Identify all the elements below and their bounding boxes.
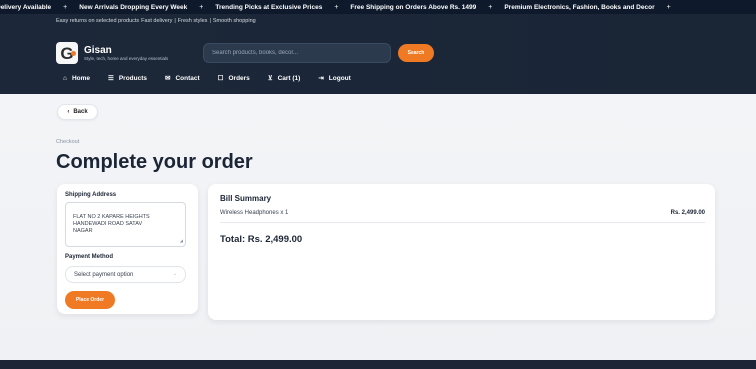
brand[interactable]: G Gisan Style, tech, home and everyday e… [56,42,168,64]
brand-text: Gisan Style, tech, home and everyday ess… [84,45,168,62]
service-highlight: Easy returns on selected products [56,18,140,24]
nav-label: Cart (1) [277,74,301,82]
bill-summary-card: Bill Summary Wireless Headphones x 1 Rs.… [208,184,715,320]
products-icon: ☰ [108,75,114,82]
nav-item-cart[interactable]: ⊻ Cart (1) [267,74,301,83]
ticker-separator: + [199,3,204,11]
resize-handle-icon[interactable]: ◢ [180,237,183,244]
ticker-separator: + [666,3,671,11]
ticker-separator: + [63,3,68,11]
brand-name: Gisan [84,44,112,56]
ticker-item: Free Shipping on Orders Above Rs. 1499 [350,3,477,11]
logout-icon: ⇥ [318,75,324,82]
nav-item-contact[interactable]: ✉ Contact [165,74,200,83]
payment-method-label: Payment Method [65,254,114,260]
back-button[interactable]: ‹ Back [57,104,98,120]
shipping-address-value: FLAT NO 2 KAPARE HEIGHTS HANDEWADI ROAD … [73,214,150,234]
nav-label: Logout [328,74,351,82]
nav-item-products[interactable]: ☰ Products [108,74,147,83]
chevron-down-icon: ⌄ [172,271,177,277]
ticker-item: Premium Electronics, Fashion, Books and … [504,3,655,11]
bill-total: Total: Rs. 2,499.00 [220,234,303,245]
site-header: Easy returns on selected products Fast de… [0,14,756,94]
subbar-separator: | [209,18,211,24]
service-highlight: Smooth shopping [212,18,256,24]
payment-method-select[interactable]: Select payment option ⌄ [65,266,186,283]
nav-label: Products [118,74,147,82]
shipping-address-label: Shipping Address [65,192,117,198]
bill-summary-title: Bill Summary [220,194,272,203]
cart-icon: ⊻ [267,75,273,82]
brand-logo: G [56,42,78,64]
nav-item-logout[interactable]: ⇥ Logout [318,74,351,83]
search-input[interactable] [203,43,391,63]
site-footer [0,360,756,369]
chevron-left-icon: ‹ [67,109,70,115]
nav-label: Orders [228,74,250,82]
ticker-separator: + [334,3,339,11]
service-highlights: Easy returns on selected products Fast de… [56,18,258,24]
service-highlight: Fresh styles [177,18,208,24]
nav-label: Contact [175,74,200,82]
place-order-button[interactable]: Place Order [65,291,115,309]
ticker-track: Delivery Available + New Arrivals Dropping… [0,0,683,14]
main-nav: ⌂ Home ☰ Products ✉ Contact ☐ Orders ⊻ Cart (1) ⇥ L… [63,74,369,83]
mail-icon: ✉ [165,75,171,82]
announcement-ticker: Delivery Available + New Arrivals Dropping… [0,0,756,14]
ticker-item: Delivery Available [0,3,52,11]
bill-item-name: Wireless Headphones x 1 [220,210,289,216]
home-icon: ⌂ [63,74,67,82]
ticker-item: Trending Picks at Exclusive Prices [215,3,323,11]
subbar-separator: | [174,18,176,24]
order-form-card: Shipping Address FLAT NO 2 KAPARE HEIGHT… [57,184,198,314]
shipping-address-field[interactable]: FLAT NO 2 KAPARE HEIGHTS HANDEWADI ROAD … [65,202,186,247]
orders-icon: ☐ [217,75,224,82]
bill-item-amount: Rs. 2,499.00 [670,210,705,216]
back-label: Back [73,109,88,115]
ticker-separator: + [488,3,493,11]
nav-item-home[interactable]: ⌂ Home [63,75,90,82]
checkout-main: ‹ Back Checkout Complete your order Ship… [0,94,756,360]
search-button[interactable]: Search [398,44,434,62]
logo-dot [71,51,76,56]
payment-method-value: Select payment option [74,271,134,278]
service-highlight: Fast delivery [141,18,173,24]
nav-item-orders[interactable]: ☐ Orders [217,74,250,83]
breadcrumb: Checkout [56,139,80,145]
brand-tagline: Style, tech, home and everyday essential… [84,55,169,61]
page-title: Complete your order [56,151,253,173]
ticker-item: New Arrivals Dropping Every Week [79,3,188,11]
bill-line-item: Wireless Headphones x 1 Rs. 2,499.00 [220,210,705,223]
nav-label: Home [71,74,90,82]
